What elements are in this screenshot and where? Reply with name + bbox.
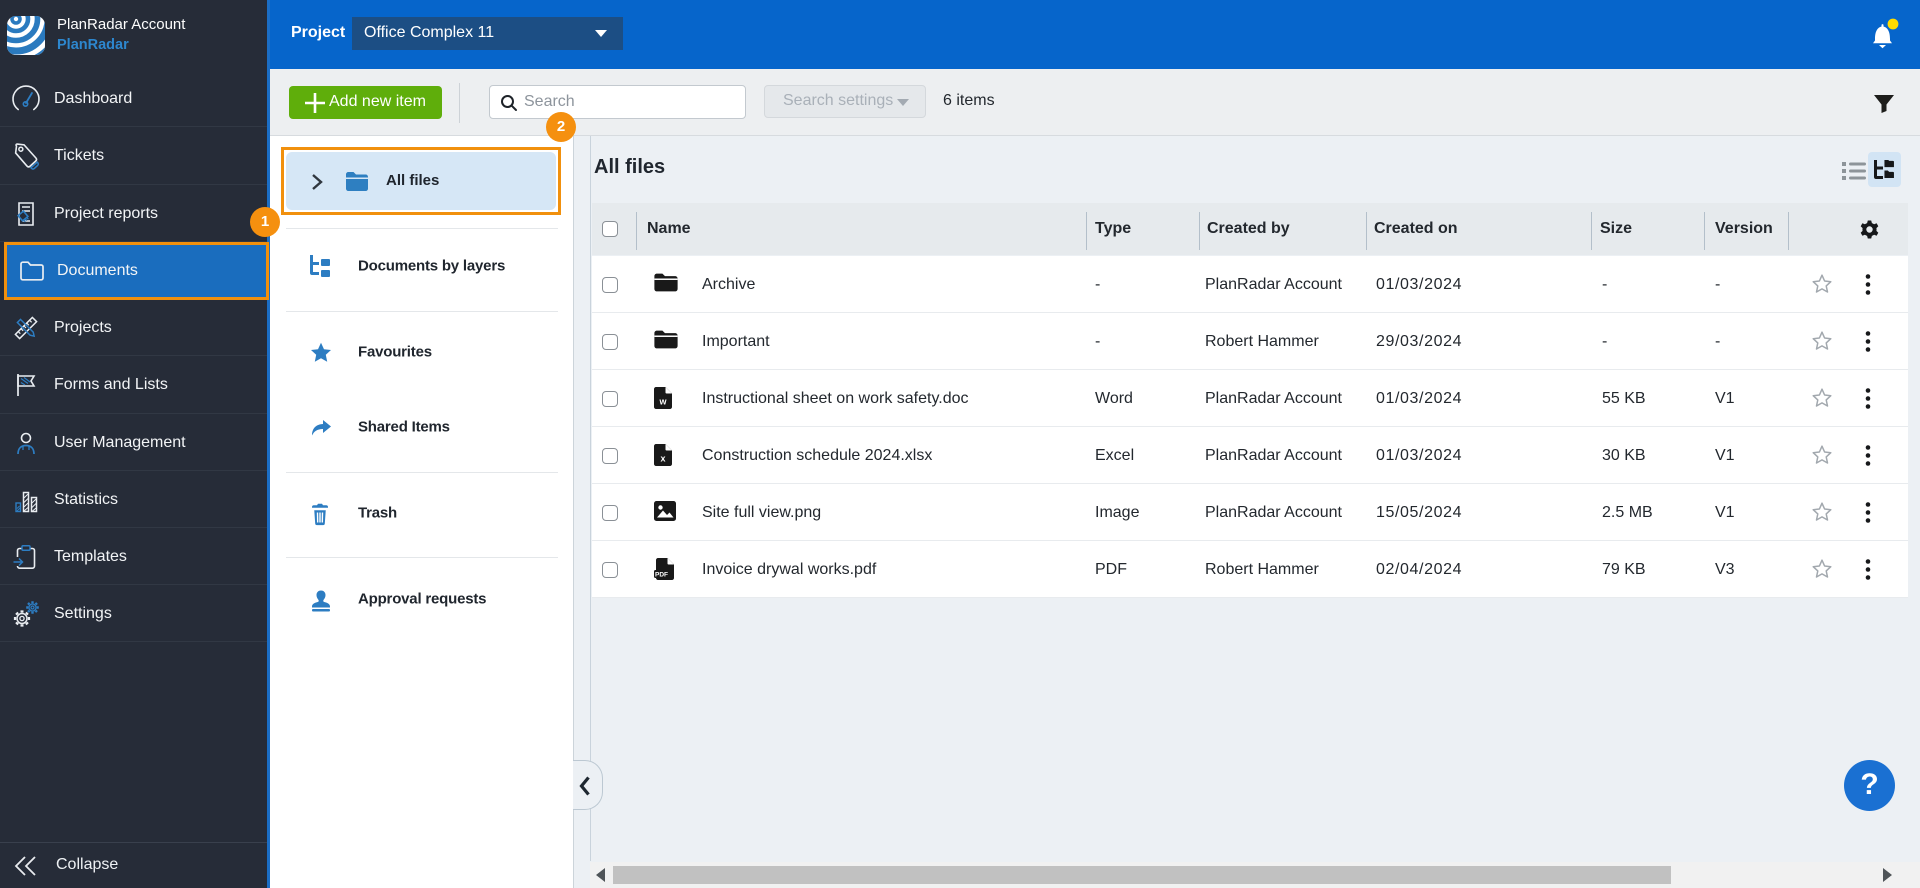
svg-text:PDF: PDF <box>655 571 668 578</box>
svg-text:x: x <box>660 454 665 464</box>
svg-text:w: w <box>658 397 667 407</box>
